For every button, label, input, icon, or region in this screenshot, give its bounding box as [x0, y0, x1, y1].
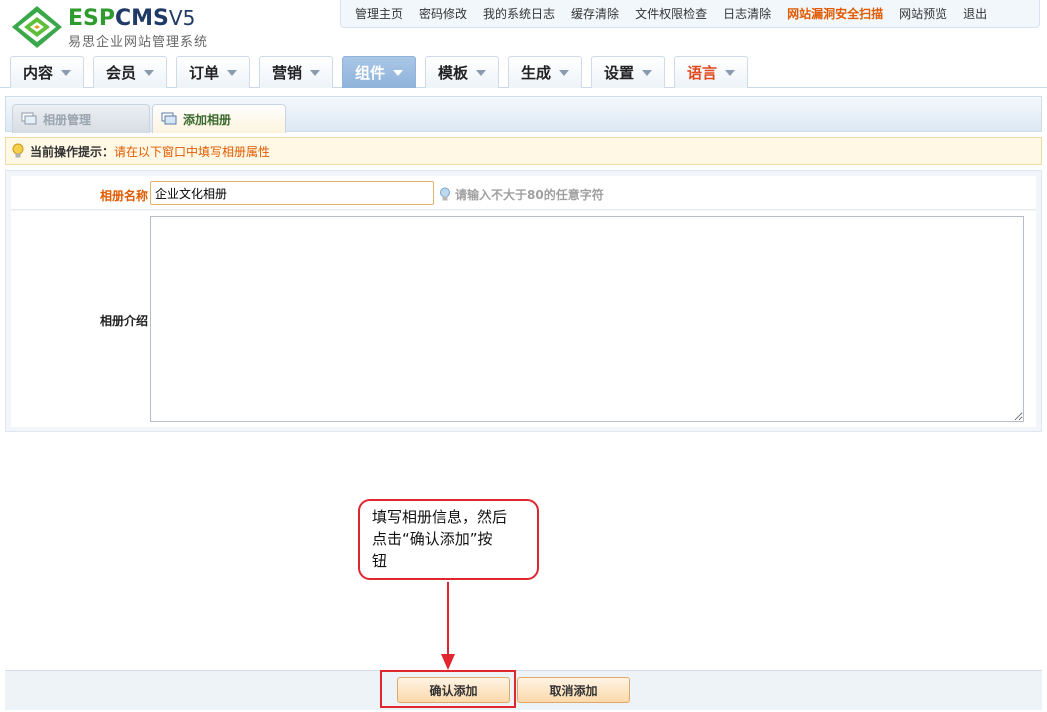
page: ESPCMSV5 易思企业网站管理系统 管理主页 密码修改 我的系统日志 缓存清… [0, 0, 1047, 712]
lightbulb-icon [12, 143, 24, 158]
chevron-down-icon [310, 69, 320, 76]
nav-tab-members[interactable]: 会员 [93, 56, 167, 88]
tab-album-manage[interactable]: 相册管理 [12, 104, 150, 133]
chevron-down-icon [144, 69, 154, 76]
annotation-arrow-shaft [447, 582, 449, 656]
annotation-callout: 填写相册信息，然后 点击“确认添加”按 钮 [358, 499, 539, 580]
logo-brand: ESPCMSV5 [68, 6, 196, 31]
link-admin-home[interactable]: 管理主页 [347, 5, 411, 22]
chevron-down-icon [476, 69, 486, 76]
arrow-down-icon [441, 654, 455, 670]
link-security-scan[interactable]: 网站漏洞安全扫描 [779, 5, 891, 22]
form-row-description: 相册介绍 [11, 211, 1036, 427]
link-change-password[interactable]: 密码修改 [411, 5, 475, 22]
logo-subtitle: 易思企业网站管理系统 [68, 35, 209, 50]
link-clear-cache[interactable]: 缓存清除 [563, 5, 627, 22]
nav-tab-content[interactable]: 内容 [10, 56, 84, 88]
top-link-bar: 管理主页 密码修改 我的系统日志 缓存清除 文件权限检查 日志清除 网站漏洞安全… [340, 0, 1040, 28]
lightbulb-icon [440, 187, 450, 201]
cancel-add-button[interactable]: 取消添加 [517, 677, 630, 703]
tab-add-album[interactable]: 添加相册 [152, 104, 286, 133]
chevron-down-icon [725, 69, 735, 76]
nav-tab-settings[interactable]: 设置 [591, 56, 665, 88]
link-site-preview[interactable]: 网站预览 [891, 5, 955, 22]
monitor-icon [21, 112, 37, 125]
monitor-icon [161, 112, 177, 125]
logo-icon [12, 6, 62, 48]
link-my-system-log[interactable]: 我的系统日志 [475, 5, 563, 22]
sub-tab-bar: 相册管理 添加相册 [5, 96, 1042, 133]
chevron-down-icon [393, 69, 403, 76]
link-clear-log[interactable]: 日志清除 [715, 5, 779, 22]
nav-tab-components[interactable]: 组件 [342, 56, 416, 88]
nav-tab-marketing[interactable]: 营销 [259, 56, 333, 88]
chevron-down-icon [559, 69, 569, 76]
album-name-input[interactable] [150, 181, 434, 205]
link-file-permission-check[interactable]: 文件权限检查 [627, 5, 715, 22]
chevron-down-icon [227, 69, 237, 76]
nav-tab-orders[interactable]: 订单 [176, 56, 250, 88]
chevron-down-icon [642, 69, 652, 76]
album-form: 相册名称 请输入不大于80的任意字符 相册介绍 [5, 170, 1042, 432]
album-name-tip: 请输入不大于80的任意字符 [439, 186, 604, 203]
operation-hint: 当前操作提示： 请在以下窗口中填写相册属性 [5, 137, 1042, 165]
hint-label: 当前操作提示： [30, 144, 115, 159]
album-desc-textarea[interactable] [150, 216, 1024, 422]
album-desc-label: 相册介绍 [99, 314, 148, 328]
annotation-highlight-box [380, 670, 516, 708]
nav-tab-language[interactable]: 语言 [674, 56, 748, 88]
nav-tab-generate[interactable]: 生成 [508, 56, 582, 88]
hint-message: 请在以下窗口中填写相册属性 [114, 144, 271, 159]
chevron-down-icon [61, 69, 71, 76]
logo[interactable]: ESPCMSV5 易思企业网站管理系统 [10, 4, 230, 50]
album-name-label: 相册名称 [99, 189, 148, 203]
nav-tab-templates[interactable]: 模板 [425, 56, 499, 88]
main-nav: 内容 会员 订单 营销 组件 模板 生成 设置 语言 [0, 54, 1047, 88]
form-footer: 确认添加 取消添加 [5, 670, 1042, 710]
link-logout[interactable]: 退出 [955, 5, 995, 22]
form-row-name: 相册名称 请输入不大于80的任意字符 [11, 176, 1036, 210]
